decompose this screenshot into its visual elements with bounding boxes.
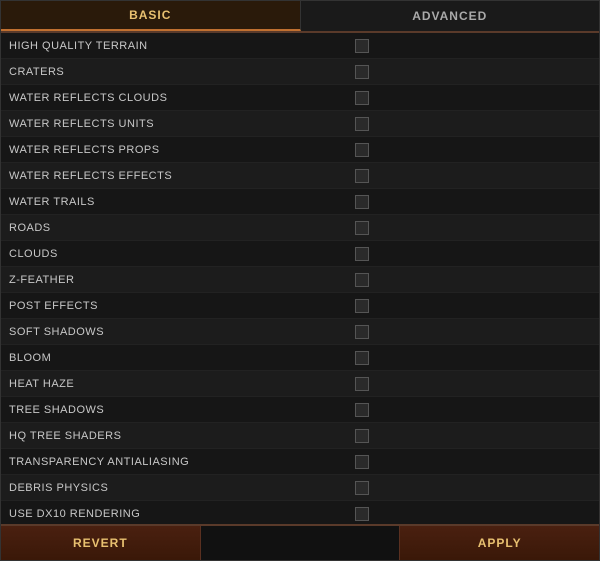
setting-label: HQ TREE SHADERS xyxy=(9,430,351,442)
setting-row: WATER REFLECTS PROPS xyxy=(1,137,599,163)
setting-row: CLOUDS xyxy=(1,241,599,267)
setting-row: POST EFFECTS xyxy=(1,293,599,319)
setting-label: POST EFFECTS xyxy=(9,300,351,312)
setting-row: BLOOM xyxy=(1,345,599,371)
tab-basic[interactable]: BASIC xyxy=(1,1,301,31)
setting-checkbox-area xyxy=(351,143,591,157)
setting-label: BLOOM xyxy=(9,352,351,364)
setting-label: TRANSPARENCY ANTIALIASING xyxy=(9,456,351,468)
settings-list[interactable]: HIGH QUALITY TERRAIN CRATERS WATER REFLECT… xyxy=(1,33,599,524)
setting-checkbox[interactable] xyxy=(355,39,369,53)
setting-checkbox-area xyxy=(351,221,591,235)
setting-checkbox-area xyxy=(351,455,591,469)
tab-advanced[interactable]: ADVANCED xyxy=(301,1,600,31)
setting-label: WATER REFLECTS PROPS xyxy=(9,144,351,156)
setting-row: HEAT HAZE xyxy=(1,371,599,397)
setting-row: USE DX10 RENDERING xyxy=(1,501,599,524)
setting-checkbox[interactable] xyxy=(355,299,369,313)
setting-label: CLOUDS xyxy=(9,248,351,260)
setting-label: WATER REFLECTS UNITS xyxy=(9,118,351,130)
setting-checkbox[interactable] xyxy=(355,169,369,183)
setting-checkbox-area xyxy=(351,507,591,521)
setting-label: TREE SHADOWS xyxy=(9,404,351,416)
setting-row: ROADS xyxy=(1,215,599,241)
setting-checkbox[interactable] xyxy=(355,117,369,131)
setting-checkbox-area xyxy=(351,65,591,79)
setting-checkbox[interactable] xyxy=(355,481,369,495)
setting-checkbox-area xyxy=(351,117,591,131)
setting-row: HQ TREE SHADERS xyxy=(1,423,599,449)
setting-checkbox-area xyxy=(351,377,591,391)
setting-checkbox[interactable] xyxy=(355,455,369,469)
apply-button[interactable]: APPLY xyxy=(399,526,599,560)
setting-checkbox[interactable] xyxy=(355,273,369,287)
setting-checkbox-area xyxy=(351,247,591,261)
setting-checkbox[interactable] xyxy=(355,351,369,365)
setting-checkbox-area xyxy=(351,195,591,209)
setting-label: WATER REFLECTS CLOUDS xyxy=(9,92,351,104)
setting-checkbox[interactable] xyxy=(355,403,369,417)
setting-row: DEBRIS PHYSICS xyxy=(1,475,599,501)
tab-bar: BASIC ADVANCED xyxy=(1,1,599,33)
setting-row: TREE SHADOWS xyxy=(1,397,599,423)
setting-row: CRATERS xyxy=(1,59,599,85)
settings-panel: BASIC ADVANCED HIGH QUALITY TERRAIN CRATE… xyxy=(0,0,600,561)
setting-checkbox[interactable] xyxy=(355,65,369,79)
setting-checkbox-area xyxy=(351,403,591,417)
setting-label: HIGH QUALITY TERRAIN xyxy=(9,40,351,52)
setting-label: CRATERS xyxy=(9,66,351,78)
setting-row: WATER REFLECTS UNITS xyxy=(1,111,599,137)
revert-button[interactable]: REVERT xyxy=(1,526,201,560)
setting-row: WATER TRAILS xyxy=(1,189,599,215)
setting-label: USE DX10 RENDERING xyxy=(9,508,351,520)
setting-checkbox[interactable] xyxy=(355,377,369,391)
setting-checkbox[interactable] xyxy=(355,221,369,235)
setting-checkbox[interactable] xyxy=(355,195,369,209)
setting-label: ROADS xyxy=(9,222,351,234)
setting-checkbox-area xyxy=(351,39,591,53)
setting-label: DEBRIS PHYSICS xyxy=(9,482,351,494)
setting-label: SOFT SHADOWS xyxy=(9,326,351,338)
setting-row: HIGH QUALITY TERRAIN xyxy=(1,33,599,59)
setting-label: HEAT HAZE xyxy=(9,378,351,390)
setting-checkbox-area xyxy=(351,273,591,287)
setting-checkbox[interactable] xyxy=(355,507,369,521)
content-area: HIGH QUALITY TERRAIN CRATERS WATER REFLECT… xyxy=(1,33,599,524)
setting-checkbox[interactable] xyxy=(355,247,369,261)
setting-checkbox[interactable] xyxy=(355,143,369,157)
setting-checkbox-area xyxy=(351,91,591,105)
setting-label: Z-FEATHER xyxy=(9,274,351,286)
setting-row: TRANSPARENCY ANTIALIASING xyxy=(1,449,599,475)
setting-checkbox[interactable] xyxy=(355,91,369,105)
setting-row: SOFT SHADOWS xyxy=(1,319,599,345)
setting-checkbox-area xyxy=(351,325,591,339)
setting-checkbox-area xyxy=(351,299,591,313)
footer: REVERT APPLY xyxy=(1,524,599,560)
setting-label: WATER REFLECTS EFFECTS xyxy=(9,170,351,182)
setting-label: WATER TRAILS xyxy=(9,196,351,208)
setting-checkbox[interactable] xyxy=(355,325,369,339)
setting-checkbox-area xyxy=(351,429,591,443)
setting-checkbox-area xyxy=(351,481,591,495)
setting-row: Z-FEATHER xyxy=(1,267,599,293)
setting-row: WATER REFLECTS EFFECTS xyxy=(1,163,599,189)
setting-checkbox-area xyxy=(351,351,591,365)
setting-checkbox[interactable] xyxy=(355,429,369,443)
footer-middle xyxy=(201,526,400,560)
setting-row: WATER REFLECTS CLOUDS xyxy=(1,85,599,111)
setting-checkbox-area xyxy=(351,169,591,183)
